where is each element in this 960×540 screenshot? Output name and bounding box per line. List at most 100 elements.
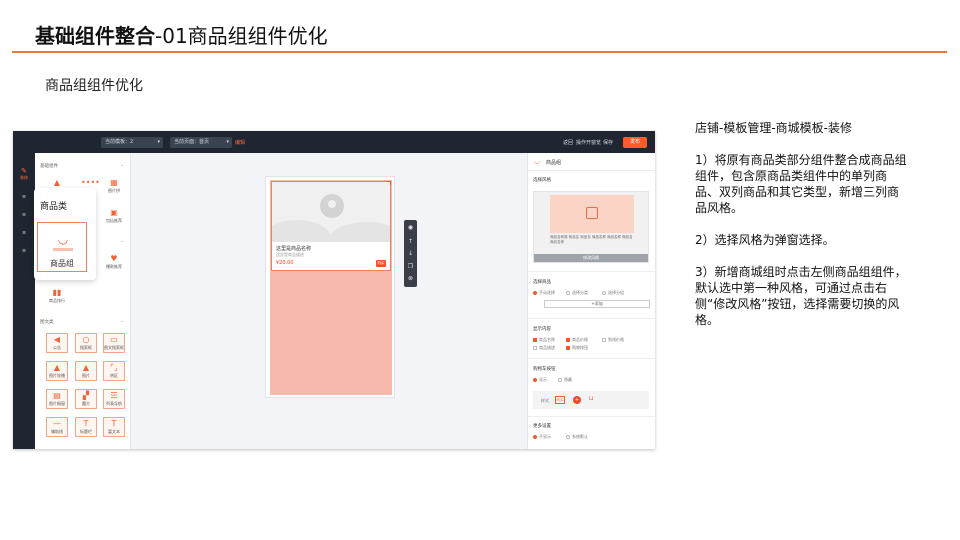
shop-icon: ▲ [53,178,61,187]
goods-group-tile[interactable]: ◡ 商品组 [37,222,87,272]
style-preview[interactable]: 商品名称简 商品名 商品名 商品名称 商品名称 商品名 商品名称 修改风格 [533,191,649,263]
radio-label: 选择分组 [608,290,624,295]
tile-list[interactable]: ☰ 列表导航 [103,389,125,409]
tile-carousel[interactable]: ▲ 图片轮播 [46,361,68,381]
group-text[interactable]: 图文类 [40,319,54,325]
save-link[interactable]: 保存 [603,139,613,146]
check-name[interactable]: 商品名称 [533,337,555,343]
back-link[interactable]: 返回 [563,139,573,146]
preview-link[interactable]: 操作开窗览 [576,139,601,146]
tile-heart[interactable]: ♥ 爆款推荐 [103,253,125,273]
radio-dot [533,435,537,439]
settings-header: ◡ 商品组 [528,153,655,171]
search-icon: ○ [82,335,90,344]
radio-manual[interactable]: 手动选择 [533,290,555,296]
radio-default[interactable]: 系统默认 [566,434,588,440]
bars-icon: ▮▮ [52,288,62,297]
tile-bars[interactable]: ▮▮ 商品排行 [46,287,68,307]
tile-window[interactable]: ▤ 图片橱窗 [46,389,68,409]
page-select-label: 当前页面：首页 [174,139,210,145]
settings-panel: ◡ 商品组 选择风格 商品名称简 商品名 商品名 商品名称 商品名称 商品名 商… [527,153,655,449]
goods-price: ¥20.00 [276,260,294,266]
publish-button[interactable]: 发布 [623,137,647,148]
arrow-down-icon[interactable]: ↓ [404,250,417,257]
radio-label: 选择分类 [572,290,588,295]
window-icon: ▤ [53,391,61,400]
tile-line[interactable]: — 辅助线 [46,417,68,437]
note-point-1: 1）将原有商品类部分组件整合成商品组组件，包含原商品类组件中的单列商品、双列商品… [695,153,907,215]
radio-hide[interactable]: 隐藏 [558,377,572,383]
tile-image-search[interactable]: ▭ 图文搜索框 [103,333,125,353]
check-desc[interactable]: 商品描述 [533,345,555,351]
style-buy-button[interactable]: 购买 [555,396,565,404]
tile-cube[interactable]: ▞ 魔方 [75,389,97,409]
tile-title[interactable]: T 标题栏 [75,417,97,437]
check-buy-button[interactable]: 购物按钮 [566,345,588,351]
style-cart-icon[interactable]: ⊔ [589,395,594,402]
goods-card[interactable]: 这里是商品名称 这里是商品描述 ¥20.00 购买 [271,181,391,271]
chevron-down-icon[interactable]: ⌄ [120,163,124,168]
tile-bag[interactable]: ▣ 包括推荐 [103,207,125,227]
note-point-2: 2）选择风格为弹窗选择。 [695,233,835,247]
checkbox [602,338,606,342]
tile-grid[interactable]: ▦ 图片拼 [103,177,125,197]
radio-label: 系统默认 [572,434,588,439]
buy-button[interactable]: 购买 [376,260,386,267]
section-more: 更多设置 [533,424,551,429]
radio-none[interactable]: 不显示 [533,434,551,440]
change-style-button[interactable]: 修改风格 [534,254,648,262]
tile-image[interactable]: ▲ 图片 [75,361,97,381]
section-cart-button: 购物车按钮 [533,367,556,372]
page-select[interactable]: 当前页面：首页 ▾ [170,137,232,148]
text-icon: T [111,419,117,428]
edit-badge[interactable]: 编辑 [235,139,245,146]
goods-group-bar [53,248,73,251]
divider [528,358,655,359]
grid-icon: ▦ [110,178,118,187]
style-image [550,195,634,233]
style-plus-button[interactable]: + [573,396,581,404]
tile-search[interactable]: ○ 搜索框 [75,333,97,353]
rail-dot-icon[interactable]: ▪ [18,193,30,200]
chevron-down-icon: ▾ [157,139,160,145]
rail-dot-icon[interactable]: ▪ [18,229,30,236]
title-icon: T [83,419,89,428]
check-strike-price[interactable]: 划线价格 [602,337,624,343]
arrow-up-icon[interactable]: ↑ [404,238,417,245]
radio-dot [558,378,562,382]
eye-icon[interactable]: ◉ [404,224,417,231]
rail-dot-icon[interactable]: ▪ [18,247,30,254]
tile-label: 富文本 [108,429,120,434]
template-select[interactable]: 当前模板：2 ▾ [101,137,163,148]
rail-dot-icon[interactable]: ▪ [18,211,30,218]
tile-notice[interactable]: ◀ 公告 [46,333,68,353]
rail-item-decorate[interactable]: ✎ 装修 [16,167,32,181]
radio-show[interactable]: 显示 [533,377,547,383]
chevron-down-icon[interactable]: ⌄ [120,239,124,244]
radio-group[interactable]: 选择分组 [602,290,624,296]
add-goods-button[interactable]: +添加 [544,300,650,308]
radio-dot [602,291,606,295]
goods-group-component[interactable]: 这里是商品名称 这里是商品描述 ¥20.00 购买 [270,180,392,395]
bag-icon: ▣ [110,208,118,217]
radio-category[interactable]: 选择分类 [566,290,588,296]
copy-icon[interactable]: ❐ [404,263,417,270]
line-icon: — [53,419,61,428]
tile-label: 图片橱窗 [49,401,65,406]
divider [528,271,655,272]
heart-icon: ♥ [110,254,118,263]
check-price[interactable]: 商品价格 [566,337,588,343]
chevron-down-icon[interactable]: ⌄ [120,319,124,324]
tile-hotspot[interactable]: ⌜⌟ 热区 [103,361,125,381]
goods-group-icon: ◡ [534,157,541,165]
group-basic[interactable]: 基础组件 [40,163,58,169]
delete-icon[interactable]: ⊗ [404,275,417,282]
section-goods: 选择商品 [533,280,551,285]
tile-label: 标题栏 [80,429,92,434]
tile-richtext[interactable]: T 富文本 [103,417,125,437]
checkbox [566,338,570,342]
editor-topbar: 当前模板：2 ▾ 当前页面：首页 ▾ 编辑 返回 操作开窗览 保存 发布 [13,131,655,153]
check-label: 购物按钮 [572,345,588,350]
check-label: 商品名称 [539,337,555,342]
goods-name: 这里是商品名称 [276,246,312,252]
